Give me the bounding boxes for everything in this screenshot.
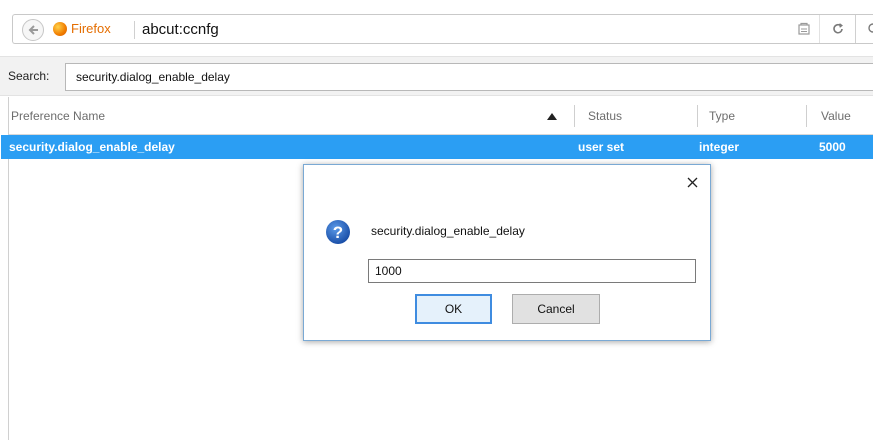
integer-value-input[interactable] (368, 259, 696, 283)
cell-type: integer (699, 140, 740, 154)
column-header-name[interactable]: Preference Name (11, 97, 105, 135)
column-header-value[interactable]: Value (821, 97, 851, 135)
svg-text:?: ? (333, 223, 343, 242)
question-icon: ? (326, 220, 350, 244)
identity-box[interactable]: Firefox (53, 21, 111, 37)
url-text[interactable]: abcut:ccnfg (142, 21, 219, 39)
close-icon (687, 177, 697, 187)
column-divider[interactable] (806, 105, 807, 127)
column-divider[interactable] (697, 105, 698, 127)
firefox-icon (53, 22, 67, 36)
ok-button[interactable]: OK (415, 294, 492, 324)
enter-integer-dialog: ? security.dialog_enable_delay OK Cancel (303, 164, 711, 341)
identity-divider (134, 21, 135, 39)
table-header: Preference Name Status Type Value (9, 97, 873, 135)
search-row: Search: (0, 56, 873, 96)
search-label: Search: (8, 69, 50, 83)
cell-value: 5000 (819, 140, 846, 154)
column-header-type[interactable]: Type (709, 97, 735, 135)
sort-ascending-icon (547, 113, 557, 120)
back-button[interactable] (22, 19, 44, 41)
dialog-message: security.dialog_enable_delay (371, 224, 525, 238)
reload-icon (832, 23, 843, 34)
reload-button[interactable] (819, 15, 855, 43)
column-header-status[interactable]: Status (588, 97, 622, 135)
toolbar: Firefox abcut:ccnfg (0, 0, 873, 56)
identity-label: Firefox (71, 21, 111, 36)
cell-preference-name: security.dialog_enable_delay (9, 140, 175, 154)
table-row-selected[interactable]: security.dialog_enable_delay user set in… (1, 135, 873, 159)
search-input[interactable] (65, 63, 873, 91)
search-icon (868, 23, 873, 33)
url-bar[interactable]: Firefox abcut:ccnfg (12, 14, 873, 44)
search-bar-edge[interactable] (855, 15, 873, 43)
cell-status: user set (578, 140, 625, 154)
cancel-button[interactable]: Cancel (512, 294, 600, 324)
url-bar-icons (789, 15, 873, 43)
reader-view-button[interactable] (789, 15, 819, 43)
back-arrow-icon (28, 25, 38, 35)
reader-view-icon (798, 22, 810, 35)
dialog-close-button[interactable] (681, 172, 703, 192)
column-divider[interactable] (574, 105, 575, 127)
